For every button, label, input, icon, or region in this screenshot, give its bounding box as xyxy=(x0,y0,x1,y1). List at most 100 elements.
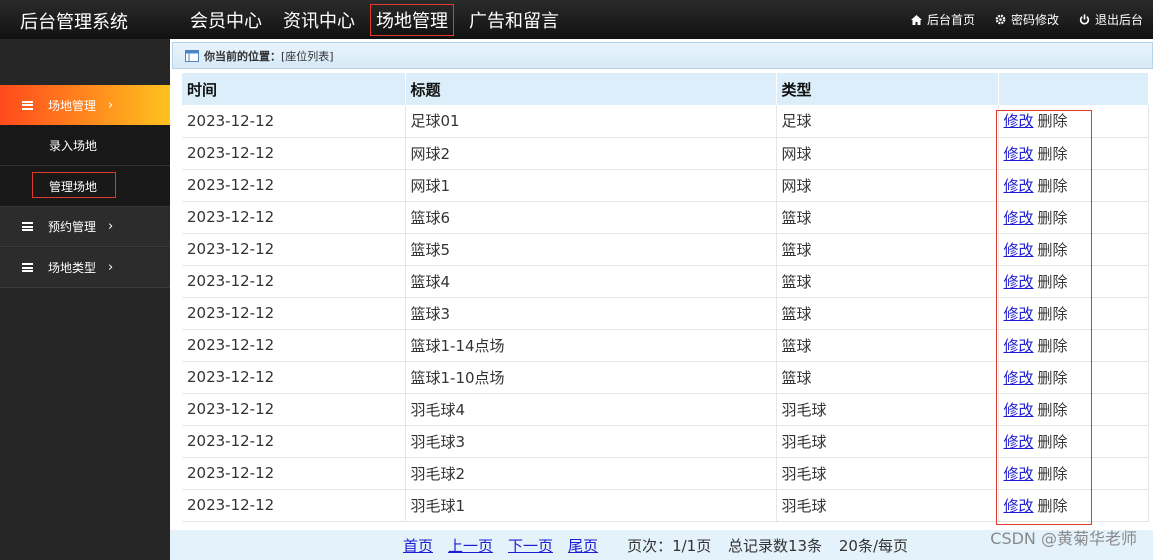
edit-link[interactable]: 修改 xyxy=(1004,369,1034,387)
cell-actions: 修改 删除 xyxy=(998,201,1149,234)
delete-link[interactable]: 删除 xyxy=(1038,465,1068,483)
delete-link[interactable]: 删除 xyxy=(1038,112,1068,130)
venue-table: 时间 标题 类型 2023-12-12 足球01 足球 修改 删除 2023-12-12 网… xyxy=(182,73,1149,522)
cell-type: 篮球 xyxy=(776,361,999,394)
delete-link[interactable]: 删除 xyxy=(1038,209,1068,227)
cell-type: 羽毛球 xyxy=(776,425,999,458)
cell-time: 2023-12-12 xyxy=(182,457,406,490)
gear-icon xyxy=(995,14,1006,25)
table-row: 2023-12-12 网球1 网球 修改 删除 xyxy=(182,169,1149,202)
cell-title: 篮球4 xyxy=(405,265,777,298)
edit-link[interactable]: 修改 xyxy=(1004,145,1034,163)
prev-page-link[interactable]: 上一页 xyxy=(448,535,493,556)
sidebar-item-label: 录入场地 xyxy=(49,138,98,153)
nav-member-center[interactable]: 会员中心 xyxy=(184,4,268,36)
admin-home-link[interactable]: 后台首页 xyxy=(910,11,975,28)
table-row: 2023-12-12 篮球6 篮球 修改 删除 xyxy=(182,201,1149,234)
cell-title: 网球2 xyxy=(405,137,777,170)
cell-actions: 修改 删除 xyxy=(998,169,1149,202)
cell-time: 2023-12-12 xyxy=(182,393,406,426)
edit-link[interactable]: 修改 xyxy=(1004,433,1034,451)
cell-time: 2023-12-12 xyxy=(182,297,406,330)
cell-time: 2023-12-12 xyxy=(182,233,406,266)
nav-news-center[interactable]: 资讯中心 xyxy=(277,4,361,36)
delete-link[interactable]: 删除 xyxy=(1038,177,1068,195)
table-row: 2023-12-12 网球2 网球 修改 删除 xyxy=(182,137,1149,170)
edit-link[interactable]: 修改 xyxy=(1004,401,1034,419)
cell-time: 2023-12-12 xyxy=(182,169,406,202)
column-header-title: 标题 xyxy=(405,73,777,105)
edit-link[interactable]: 修改 xyxy=(1004,273,1034,291)
cell-type: 羽毛球 xyxy=(776,489,999,522)
column-header-actions xyxy=(998,73,1149,105)
delete-link[interactable]: 删除 xyxy=(1038,369,1068,387)
delete-link[interactable]: 删除 xyxy=(1038,337,1068,355)
delete-link[interactable]: 删除 xyxy=(1038,433,1068,451)
delete-link[interactable]: 删除 xyxy=(1038,305,1068,323)
cell-time: 2023-12-12 xyxy=(182,265,406,298)
sidebar-group-label: 场地类型 xyxy=(48,261,97,275)
cell-type: 网球 xyxy=(776,169,999,202)
cell-title: 网球1 xyxy=(405,169,777,202)
column-header-type: 类型 xyxy=(776,73,999,105)
first-page-link[interactable]: 首页 xyxy=(403,535,433,556)
delete-link[interactable]: 删除 xyxy=(1038,497,1068,515)
cell-actions: 修改 删除 xyxy=(998,393,1149,426)
cell-actions: 修改 删除 xyxy=(998,489,1149,522)
cell-title: 羽毛球4 xyxy=(405,393,777,426)
app-title: 后台管理系统 xyxy=(20,12,128,33)
cell-actions: 修改 删除 xyxy=(998,233,1149,266)
sidebar-group-venue-management[interactable]: 场地管理 › xyxy=(0,85,170,125)
sidebar: 场地管理 › 录入场地 管理场地 预约管理 › 场地类型 › xyxy=(0,39,170,560)
change-password-link[interactable]: 密码修改 xyxy=(995,11,1059,28)
cell-type: 网球 xyxy=(776,137,999,170)
cell-type: 羽毛球 xyxy=(776,457,999,490)
last-page-link[interactable]: 尾页 xyxy=(568,535,598,556)
cell-time: 2023-12-12 xyxy=(182,201,406,234)
edit-link[interactable]: 修改 xyxy=(1004,241,1034,259)
logout-link[interactable]: 退出后台 xyxy=(1079,11,1143,28)
sidebar-item-manage-venue[interactable]: 管理场地 xyxy=(0,166,170,207)
chevron-right-icon: › xyxy=(108,260,114,275)
cell-actions: 修改 删除 xyxy=(998,361,1149,394)
delete-link[interactable]: 删除 xyxy=(1038,401,1068,419)
cell-time: 2023-12-12 xyxy=(182,105,406,138)
edit-link[interactable]: 修改 xyxy=(1004,305,1034,323)
sidebar-group-venue-types[interactable]: 场地类型 › xyxy=(0,248,170,288)
cell-title: 羽毛球1 xyxy=(405,489,777,522)
chevron-right-icon: › xyxy=(108,219,114,234)
nav-ads-messages[interactable]: 广告和留言 xyxy=(463,4,565,36)
cell-type: 羽毛球 xyxy=(776,393,999,426)
edit-link[interactable]: 修改 xyxy=(1004,497,1034,515)
table-row: 2023-12-12 篮球1-14点场 篮球 修改 删除 xyxy=(182,329,1149,362)
table-row: 2023-12-12 篮球5 篮球 修改 删除 xyxy=(182,233,1149,266)
edit-link[interactable]: 修改 xyxy=(1004,177,1034,195)
edit-link[interactable]: 修改 xyxy=(1004,209,1034,227)
cell-actions: 修改 删除 xyxy=(998,425,1149,458)
edit-link[interactable]: 修改 xyxy=(1004,465,1034,483)
nav-venue-management[interactable]: 场地管理 xyxy=(370,3,454,36)
top-nav: 会员中心 资讯中心 场地管理 广告和留言 xyxy=(184,0,574,39)
sidebar-item-add-venue[interactable]: 录入场地 xyxy=(0,125,170,166)
delete-link[interactable]: 删除 xyxy=(1038,241,1068,259)
table-row: 2023-12-12 足球01 足球 修改 删除 xyxy=(182,105,1149,138)
top-bar: 后台管理系统 会员中心 资讯中心 场地管理 广告和留言 后台首页 密码修改 退出… xyxy=(0,0,1153,39)
cell-title: 篮球6 xyxy=(405,201,777,234)
admin-home-label: 后台首页 xyxy=(926,13,975,27)
breadcrumb-value: [座位列表] xyxy=(281,49,334,63)
sidebar-group-booking-management[interactable]: 预约管理 › xyxy=(0,207,170,247)
cell-time: 2023-12-12 xyxy=(182,489,406,522)
cell-title: 篮球1-14点场 xyxy=(405,329,777,362)
delete-link[interactable]: 删除 xyxy=(1038,273,1068,291)
chevron-right-icon: › xyxy=(108,97,114,113)
delete-link[interactable]: 删除 xyxy=(1038,145,1068,163)
menu-icon xyxy=(22,100,33,110)
edit-link[interactable]: 修改 xyxy=(1004,112,1034,130)
cell-actions: 修改 删除 xyxy=(998,297,1149,330)
page-number: 页次：1/1页 xyxy=(627,536,712,555)
next-page-link[interactable]: 下一页 xyxy=(508,535,553,556)
edit-link[interactable]: 修改 xyxy=(1004,337,1034,355)
cell-title: 篮球3 xyxy=(405,297,777,330)
cell-actions: 修改 删除 xyxy=(998,265,1149,298)
sidebar-group-label: 场地管理 xyxy=(48,98,97,113)
